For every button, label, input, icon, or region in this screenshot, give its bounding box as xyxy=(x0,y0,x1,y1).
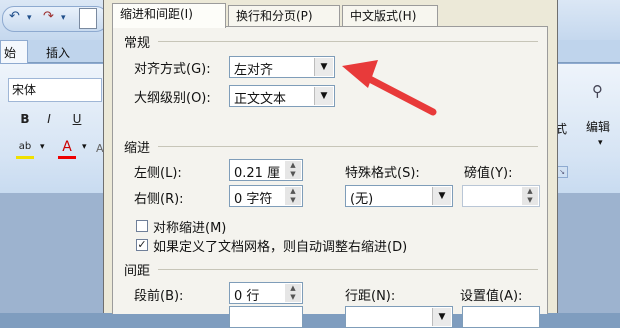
spin-up-icon[interactable]: ▲ xyxy=(522,187,538,196)
spacing-section-title: 间距 xyxy=(124,264,151,279)
chevron-down-icon[interactable]: ▾ xyxy=(27,13,32,23)
chevron-down-icon[interactable]: ▼ xyxy=(432,308,451,326)
auto-adjust-indent-label: 如果定义了文档网格，则自动调整右缩进(D) xyxy=(153,240,408,255)
mirror-indent-label: 对称缩进(M) xyxy=(153,221,227,236)
left-indent-label: 左侧(L): xyxy=(134,166,182,181)
spin-down-icon[interactable]: ▼ xyxy=(285,196,301,205)
outline-level-label: 大纲级别(O): xyxy=(134,91,211,106)
chevron-down-icon[interactable]: ▾ xyxy=(40,142,45,152)
undo-icon[interactable]: ↶ xyxy=(9,9,20,24)
bold-button[interactable]: B xyxy=(16,110,34,128)
spin-down-icon[interactable]: ▼ xyxy=(285,293,301,302)
outline-level-select[interactable]: 正文文本 ▼ xyxy=(229,85,335,107)
spin-up-icon[interactable]: ▲ xyxy=(285,161,301,170)
spin-up-icon[interactable]: ▲ xyxy=(285,187,301,196)
dialog-tabs: 缩进和间距(I) 换行和分页(P) 中文版式(H) xyxy=(112,3,552,28)
spacing-before-label: 段前(B): xyxy=(134,289,184,304)
line-spacing-select[interactable]: ▼ xyxy=(345,306,453,328)
font-color-button[interactable]: A xyxy=(58,138,76,159)
underline-button[interactable]: U xyxy=(68,110,86,128)
spacing-after-field[interactable] xyxy=(229,306,303,328)
print-preview-icon[interactable] xyxy=(79,8,97,29)
divider xyxy=(158,146,538,147)
edit-button[interactable]: 编辑 xyxy=(586,118,610,135)
redo-icon[interactable]: ↷ xyxy=(43,9,54,24)
general-section-title: 常规 xyxy=(124,36,151,51)
left-indent-field[interactable]: 0.21 厘 ▲ ▼ xyxy=(229,159,303,181)
divider xyxy=(158,41,538,42)
indent-by-field[interactable]: ▲ ▼ xyxy=(462,185,540,207)
spacing-at-label: 设置值(A): xyxy=(460,289,523,304)
special-indent-select[interactable]: (无) ▼ xyxy=(345,185,453,207)
spacing-before-field[interactable]: 0 行 ▲ ▼ xyxy=(229,282,303,304)
mirror-indent-checkbox[interactable] xyxy=(136,220,148,232)
chevron-down-icon[interactable]: ▼ xyxy=(314,58,333,76)
tab-indent-spacing[interactable]: 缩进和间距(I) xyxy=(112,3,226,28)
chevron-down-icon[interactable]: ▼ xyxy=(314,87,333,105)
auto-adjust-indent-checkbox[interactable]: ✓ xyxy=(136,239,148,251)
indent-section-title: 缩进 xyxy=(124,141,151,156)
chevron-down-icon[interactable]: ▾ xyxy=(598,138,603,148)
tab-start[interactable]: 始 xyxy=(0,40,28,65)
right-indent-field[interactable]: 0 字符 ▲ ▼ xyxy=(229,185,303,207)
tab-insert[interactable]: 插入 xyxy=(46,44,70,61)
italic-button[interactable]: I xyxy=(40,110,58,128)
red-arrow-annotation xyxy=(342,60,437,116)
alignment-label: 对齐方式(G): xyxy=(134,62,211,77)
chevron-down-icon[interactable]: ▾ xyxy=(61,13,66,23)
line-spacing-label: 行距(N): xyxy=(345,289,396,304)
spin-up-icon[interactable]: ▲ xyxy=(285,284,301,293)
spin-down-icon[interactable]: ▼ xyxy=(285,170,301,179)
font-name-box[interactable]: 宋体 xyxy=(8,78,102,102)
chevron-down-icon[interactable]: ▼ xyxy=(432,187,451,205)
ribbon-right-group: 式 ⚲ 编辑 ▾ ↘ xyxy=(555,62,620,187)
special-indent-label: 特殊格式(S): xyxy=(345,166,420,181)
chevron-down-icon[interactable]: ▾ xyxy=(82,142,87,152)
divider xyxy=(158,269,538,270)
quick-access-toolbar: ↶ ▾ ↷ ▾ xyxy=(2,6,108,32)
find-icon[interactable]: ⚲ xyxy=(592,82,603,100)
highlight-button[interactable]: ab xyxy=(16,138,34,159)
spacing-at-field[interactable] xyxy=(462,306,540,328)
tab-asian-typography[interactable]: 中文版式(H) xyxy=(342,5,438,26)
right-indent-label: 右侧(R): xyxy=(134,192,184,207)
alignment-select[interactable]: 左对齐 ▼ xyxy=(229,56,335,78)
indent-by-label: 磅值(Y): xyxy=(464,166,513,181)
spin-down-icon[interactable]: ▼ xyxy=(522,196,538,205)
tab-line-page-breaks[interactable]: 换行和分页(P) xyxy=(228,5,340,26)
